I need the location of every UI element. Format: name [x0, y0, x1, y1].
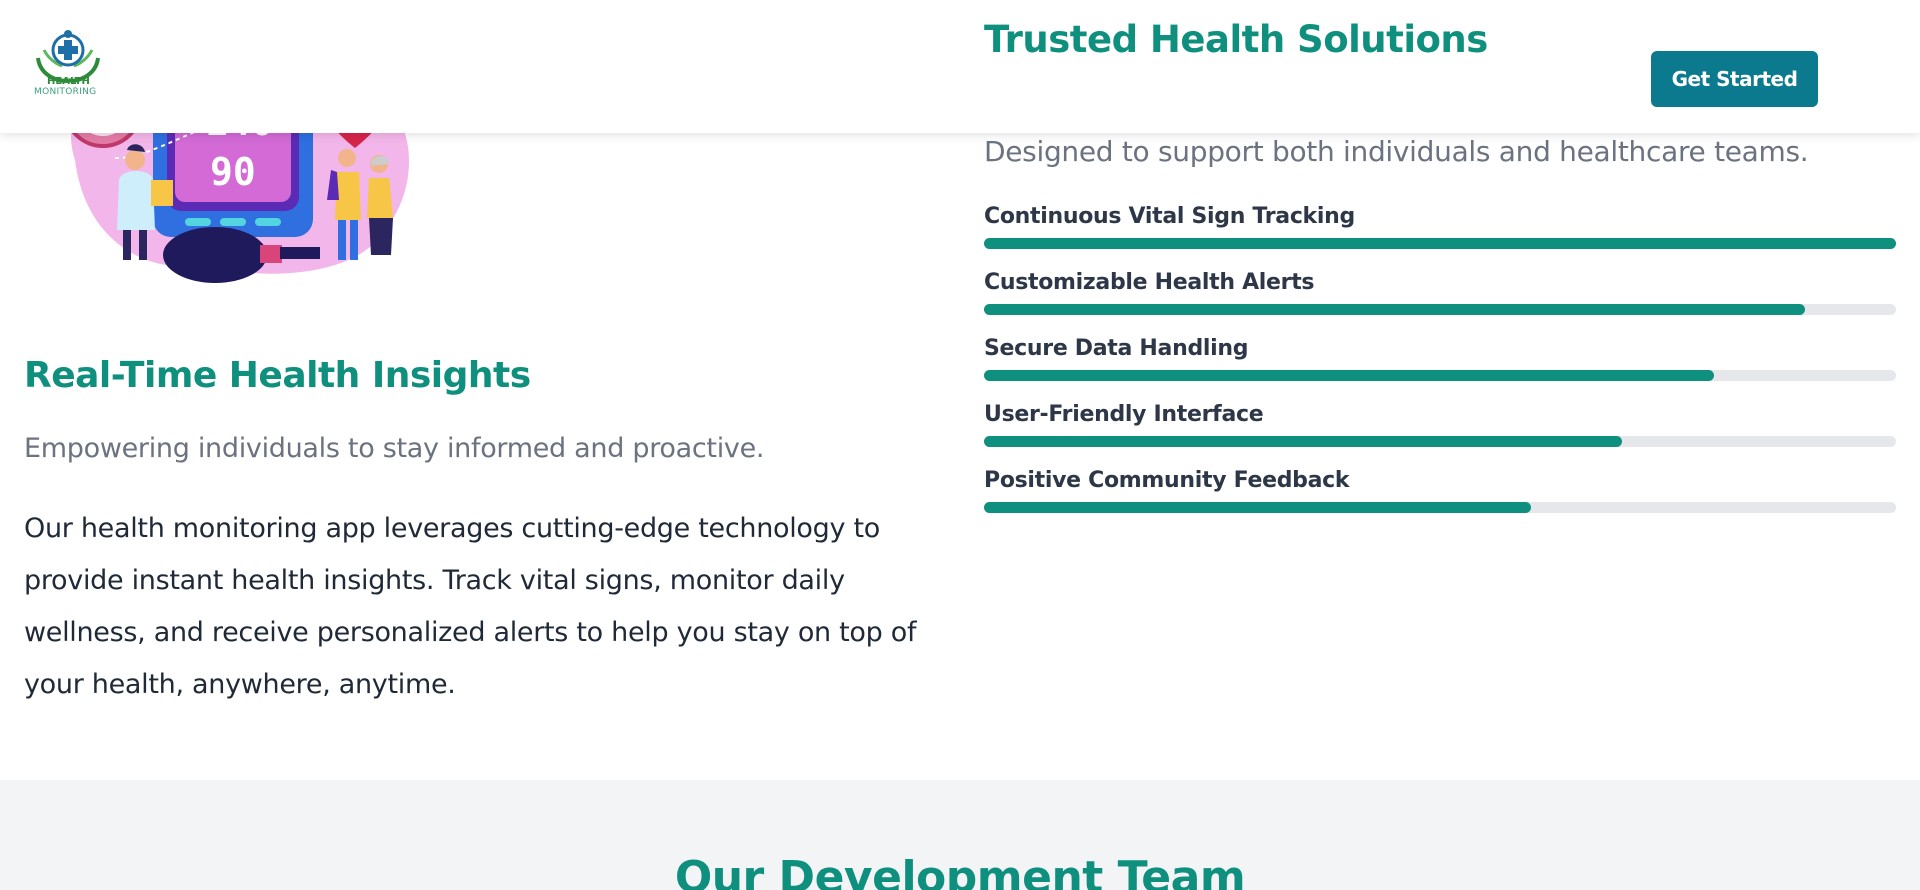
feature-progress-list: Continuous Vital Sign Tracking Customiza…	[984, 204, 1896, 534]
logo[interactable]: HEALTH MONITORING	[30, 28, 106, 104]
section-body-text: Our health monitoring app leverages cutt…	[24, 513, 917, 700]
section-title-development-team: Our Development Team	[674, 852, 1246, 890]
section-title-trusted-solutions: Trusted Health Solutions	[984, 18, 1488, 61]
progress-fill	[984, 370, 1714, 381]
feature-progress-label: Continuous Vital Sign Tracking	[984, 204, 1355, 229]
progress-fill	[984, 436, 1623, 447]
progress-fill	[984, 304, 1805, 315]
feature-progress-item: Positive Community Feedback	[984, 468, 1896, 534]
feature-progress-item: Secure Data Handling	[984, 336, 1896, 402]
logo-wordmark-line2: MONITORING	[34, 87, 97, 97]
progress-fill	[984, 502, 1532, 513]
site-header: HEALTH MONITORING Trusted Health Solutio…	[0, 0, 1920, 133]
feature-progress-label: User-Friendly Interface	[984, 402, 1264, 427]
progress-track	[984, 304, 1896, 315]
section-subtitle-right: Designed to support both individuals and…	[984, 135, 1809, 168]
feature-progress-label: Secure Data Handling	[984, 336, 1249, 361]
progress-track	[984, 238, 1896, 249]
feature-progress-label: Customizable Health Alerts	[984, 270, 1315, 295]
bp-display-bottom: 90	[210, 150, 256, 194]
progress-track	[984, 436, 1896, 447]
feature-progress-item: Customizable Health Alerts	[984, 270, 1896, 336]
logo-wordmark-line1: HEALTH	[47, 76, 90, 87]
progress-track	[984, 502, 1896, 513]
page: HEALTH MONITORING Trusted Health Solutio…	[0, 0, 1920, 890]
pump-bulb-icon	[163, 227, 267, 283]
feature-progress-label: Positive Community Feedback	[984, 468, 1350, 493]
team-section: Our Development Team	[0, 780, 1920, 890]
section-title-real-time-insights: Real-Time Health Insights	[24, 355, 531, 396]
get-started-button[interactable]: Get Started	[1651, 51, 1818, 107]
progress-fill	[984, 238, 1896, 249]
feature-progress-item: User-Friendly Interface	[984, 402, 1896, 468]
feature-progress-item: Continuous Vital Sign Tracking	[984, 204, 1896, 270]
progress-track	[984, 370, 1896, 381]
section-subtitle-left: Empowering individuals to stay informed …	[24, 433, 765, 464]
